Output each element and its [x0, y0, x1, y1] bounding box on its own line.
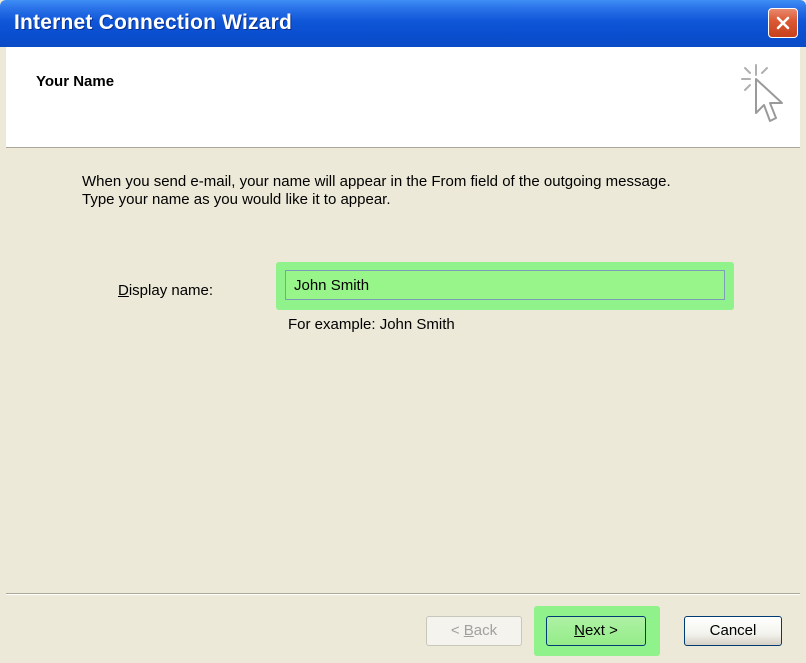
display-name-input[interactable]	[285, 270, 725, 300]
footer-divider	[6, 593, 800, 595]
window-title: Internet Connection Wizard	[14, 11, 293, 34]
wizard-header: Your Name	[6, 47, 800, 148]
example-text: For example: John Smith	[288, 316, 455, 333]
wizard-body: When you send e-mail, your name will app…	[6, 148, 800, 593]
wizard-cursor-icon	[741, 64, 783, 122]
back-button-label: ack	[473, 622, 498, 639]
page-title: Your Name	[36, 73, 115, 90]
close-icon	[776, 16, 790, 30]
display-name-label-accesskey: D	[118, 282, 129, 299]
intro-line-2: Type your name as you would like it to a…	[82, 191, 391, 208]
back-button-prefix: <	[450, 622, 464, 639]
next-button-label: ext >	[584, 622, 618, 639]
wizard-footer: < Back Next > Cancel	[6, 596, 800, 658]
display-name-label-text: isplay name:	[128, 282, 214, 299]
back-button[interactable]: < Back	[426, 616, 522, 646]
next-button[interactable]: Next >	[546, 616, 646, 646]
cancel-button[interactable]: Cancel	[684, 616, 782, 646]
title-bar: Internet Connection Wizard	[0, 0, 806, 47]
intro-line-1: When you send e-mail, your name will app…	[82, 173, 671, 190]
intro-text: When you send e-mail, your name will app…	[82, 173, 762, 209]
wizard-window: Internet Connection Wizard Your Name Whe…	[0, 0, 806, 663]
display-name-label: Display name:	[118, 282, 213, 299]
close-button[interactable]	[768, 8, 798, 38]
back-button-accesskey: B	[463, 622, 474, 639]
next-button-accesskey: N	[574, 622, 585, 639]
